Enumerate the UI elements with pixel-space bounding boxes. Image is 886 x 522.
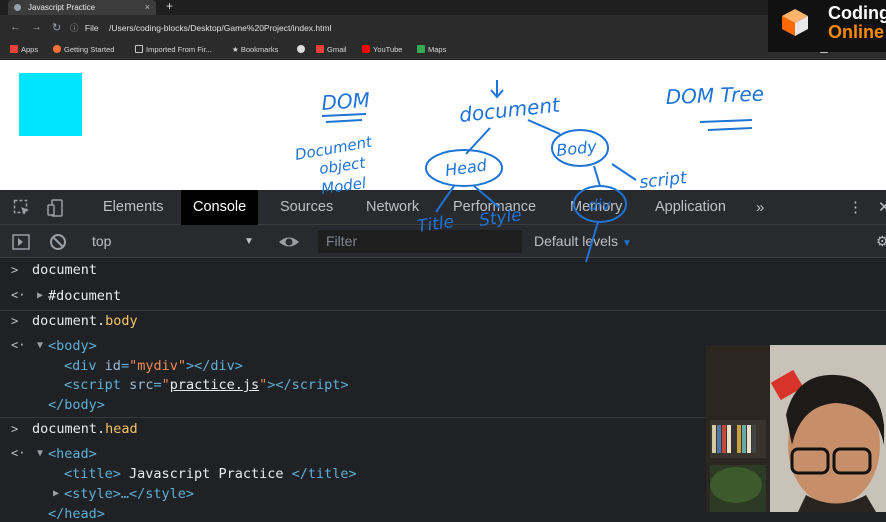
mydiv-cyan-box (19, 73, 82, 136)
kebab-menu-icon[interactable]: ⋮ (848, 190, 863, 225)
url-scheme-label: File (84, 23, 99, 33)
apps-grid-icon (10, 45, 18, 53)
bookmark-youtube[interactable]: YouTube (362, 44, 402, 56)
tab-close-icon[interactable]: × (145, 0, 150, 15)
expand-triangle-icon[interactable]: ▶ (37, 290, 43, 301)
coding-online-logo: Coding Online (768, 0, 886, 52)
console-command: document (32, 262, 98, 278)
context-dropdown-caret-icon[interactable]: ▼ (244, 225, 254, 258)
console-command: document.head (32, 421, 138, 437)
reload-icon[interactable]: ↻ (52, 21, 61, 34)
new-tab-button[interactable]: + (166, 0, 173, 13)
expand-triangle-icon[interactable]: ▶ (53, 488, 59, 499)
youtube-icon (362, 45, 370, 53)
logo-line-1: Coding (828, 3, 886, 23)
gmail-icon (316, 45, 324, 53)
tab-console[interactable]: Console (181, 190, 259, 225)
bookmark-bookmarks[interactable]: ★ Bookmarks (232, 44, 278, 56)
bookmark-getting-started[interactable]: Getting Started (53, 44, 114, 56)
prompt-chevron-icon: > (11, 422, 19, 436)
style-element-line[interactable]: <style>…</style> (64, 486, 194, 502)
firefox-icon (53, 45, 61, 53)
collapse-triangle-icon[interactable]: ▼ (37, 340, 43, 351)
tab-application[interactable]: Application (643, 190, 738, 225)
prompt-chevron-icon: > (11, 314, 19, 328)
head-open-tag[interactable]: <head> (48, 446, 97, 462)
bookmark-apps[interactable]: Apps (10, 44, 38, 56)
more-tabs-chevron-icon[interactable]: » (756, 190, 764, 225)
div-element-line[interactable]: <div id="mydiv"></div> (64, 358, 243, 374)
devtools-tab-bar: Elements Console Sources Network Perform… (0, 190, 886, 225)
browser-tab-strip: Javascript Practice × + (0, 0, 886, 15)
browser-tab[interactable]: Javascript Practice × (8, 0, 156, 15)
collapse-triangle-icon[interactable]: ▼ (37, 448, 43, 459)
tab-elements[interactable]: Elements (91, 190, 175, 225)
tab-sources[interactable]: Sources (268, 190, 345, 225)
body-close-tag[interactable]: </body> (48, 397, 105, 413)
body-open-tag[interactable]: <body> (48, 338, 97, 354)
address-toolbar: ← → ↻ ⓘ File /Users/coding-blocks/Deskto… (0, 15, 886, 41)
title-element-line[interactable]: <title> Javascript Practice </title> (64, 466, 357, 482)
bookmarks-bar: Apps Getting Started Imported From Fir..… (0, 41, 886, 59)
execution-context-select[interactable]: top (92, 225, 111, 258)
script-element-line[interactable]: <script src="practice.js"></script> (64, 377, 349, 393)
live-expression-eye-icon[interactable] (278, 233, 300, 251)
prompt-chevron-icon: > (11, 263, 19, 277)
url-text: /Users/coding-blocks/Desktop/Game%20Proj… (108, 23, 332, 33)
log-levels-dropdown[interactable]: Default levels ▼ (534, 225, 632, 260)
tab-network[interactable]: Network (354, 190, 431, 225)
star-icon: ★ (232, 45, 241, 54)
bookmark-github[interactable] (297, 44, 308, 56)
inspect-element-icon[interactable] (13, 199, 31, 217)
page-info-icon[interactable]: ⓘ (70, 19, 79, 37)
address-bar[interactable]: ⓘ File /Users/coding-blocks/Desktop/Game… (70, 19, 770, 37)
tab-memory[interactable]: Memory (558, 190, 634, 225)
device-toolbar-icon[interactable] (47, 199, 65, 217)
presenter-video-frame (706, 345, 886, 512)
result-arrow-icon: <· (11, 338, 26, 352)
page-viewport (0, 60, 886, 190)
result-arrow-icon: <· (11, 288, 26, 302)
console-toolbar: top ▼ Filter Default levels ▼ ⚙ (0, 225, 886, 258)
logo-line-2: Online (828, 22, 885, 42)
folder-icon (135, 45, 143, 53)
sidebar-toggle-icon[interactable] (12, 233, 30, 251)
forward-arrow-icon[interactable]: → (31, 21, 42, 33)
presenter-webcam (706, 345, 886, 512)
clear-console-icon[interactable] (49, 233, 67, 251)
console-command: document.body (32, 313, 138, 329)
tab-performance[interactable]: Performance (441, 190, 548, 225)
console-filter-input[interactable]: Filter (318, 230, 522, 253)
head-close-tag[interactable]: </head> (48, 506, 105, 522)
levels-caret-icon: ▼ (621, 238, 632, 249)
bookmark-imported[interactable]: Imported From Fir... (135, 44, 212, 56)
console-settings-gear-icon[interactable]: ⚙ (876, 225, 886, 258)
result-arrow-icon: <· (11, 446, 26, 460)
tab-title: Javascript Practice (28, 3, 96, 12)
bookmark-gmail[interactable]: Gmail (316, 44, 347, 56)
page-favicon-icon (14, 4, 21, 11)
document-node[interactable]: #document (48, 288, 121, 304)
back-arrow-icon[interactable]: ← (10, 21, 21, 33)
close-devtools-icon[interactable]: ✕ (878, 190, 886, 225)
maps-icon (417, 45, 425, 53)
github-icon (297, 45, 305, 53)
bookmark-maps[interactable]: Maps (417, 44, 446, 56)
cube-logo-icon (782, 9, 808, 36)
divider (0, 310, 886, 311)
